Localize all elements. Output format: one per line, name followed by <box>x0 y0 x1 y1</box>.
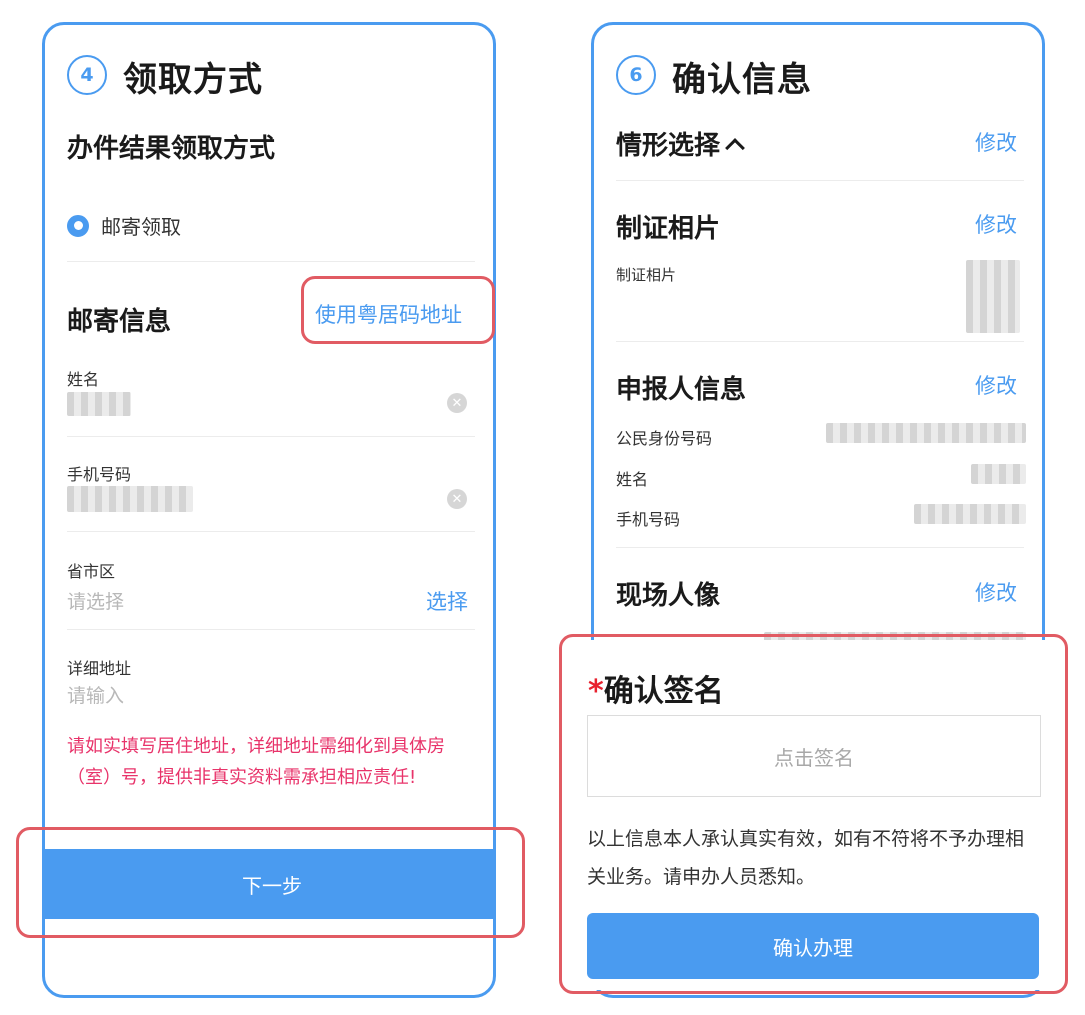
pickup-section-title: 办件结果领取方式 <box>67 134 276 164</box>
radio-selected-icon[interactable] <box>67 214 89 237</box>
chevron-up-icon[interactable] <box>725 137 745 158</box>
divider <box>67 261 475 262</box>
pickup-option-label: 邮寄领取 <box>101 215 181 239</box>
applicant-phone-label: 手机号码 <box>616 510 681 529</box>
divider <box>67 436 475 437</box>
page-title: 领取方式 <box>123 60 263 100</box>
highlight-next-step <box>16 827 525 938</box>
photo-section-title: 制证相片 <box>616 214 721 244</box>
pickup-option-mail[interactable]: 邮寄领取 <box>67 211 181 240</box>
name-label: 姓名 <box>67 370 100 389</box>
modify-applicant-link[interactable]: 修改 <box>975 370 1017 400</box>
highlight-signature-panel <box>559 634 1068 994</box>
photo-label: 制证相片 <box>616 266 677 284</box>
divider <box>67 531 475 532</box>
phone-label: 手机号码 <box>67 465 132 484</box>
id-number-label: 公民身份号码 <box>616 429 713 448</box>
region-input[interactable]: 请选择 <box>67 587 124 614</box>
step-number-badge: 6 <box>616 55 656 95</box>
portrait-section-title: 现场人像 <box>616 581 721 611</box>
address-input[interactable]: 请输入 <box>67 681 124 708</box>
divider <box>616 547 1024 548</box>
mail-section-title: 邮寄信息 <box>67 307 172 337</box>
address-warning: 请如实填写居住地址，详细地址需细化到具体房（室）号，提供非真实资料需承担相应责任… <box>67 736 445 788</box>
step-number-badge: 4 <box>67 55 107 95</box>
id-photo-image <box>966 260 1020 333</box>
situation-title: 情形选择 <box>616 131 721 161</box>
modify-situation-link[interactable]: 修改 <box>975 127 1017 157</box>
address-label: 详细地址 <box>67 659 132 678</box>
applicant-phone-value <box>914 504 1026 524</box>
modify-photo-link[interactable]: 修改 <box>975 209 1017 239</box>
divider <box>67 629 475 630</box>
phone-input-value[interactable] <box>67 486 193 512</box>
clear-icon[interactable]: ✕ <box>447 489 467 509</box>
id-number-value <box>826 423 1026 443</box>
applicant-name-label: 姓名 <box>616 470 649 489</box>
situation-header[interactable]: 情形选择 <box>616 125 745 162</box>
region-select-link[interactable]: 选择 <box>426 586 468 616</box>
highlight-use-address <box>301 276 495 344</box>
applicant-section-title: 申报人信息 <box>616 375 747 405</box>
applicant-name-value <box>971 464 1026 484</box>
page-title: 确认信息 <box>672 60 812 100</box>
name-input-value[interactable] <box>67 392 131 416</box>
divider <box>616 341 1024 342</box>
region-label: 省市区 <box>67 562 116 581</box>
modify-portrait-link[interactable]: 修改 <box>975 577 1017 607</box>
divider <box>616 180 1024 181</box>
clear-icon[interactable]: ✕ <box>447 393 467 413</box>
